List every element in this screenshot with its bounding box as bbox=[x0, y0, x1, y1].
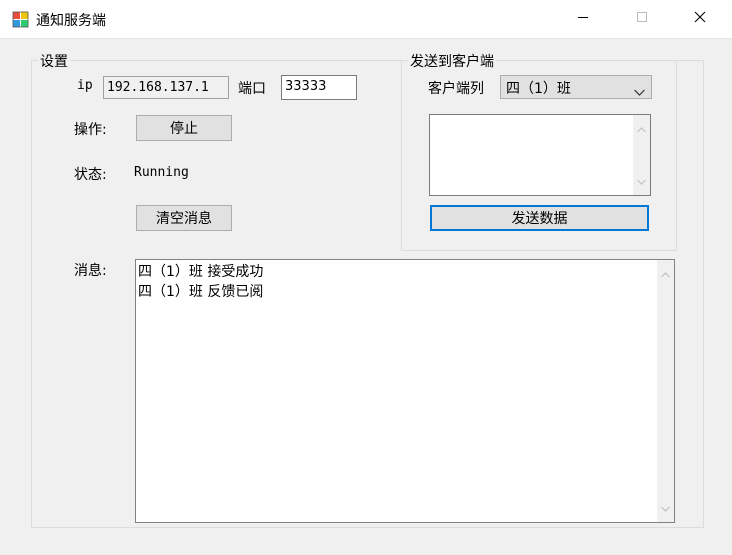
client-list-label: 客户端列 bbox=[428, 81, 484, 97]
scroll-down-icon[interactable] bbox=[637, 173, 646, 189]
port-field[interactable]: 33333 bbox=[281, 75, 357, 100]
status-value: Running bbox=[134, 165, 189, 180]
send-message-scrollbar[interactable] bbox=[633, 115, 650, 195]
title-bar: 通知服务端 bbox=[0, 0, 732, 39]
clear-messages-button[interactable]: 清空消息 bbox=[136, 205, 232, 231]
messages-label: 消息: bbox=[74, 263, 107, 279]
close-icon bbox=[694, 11, 706, 27]
list-item: 四（1）班 反馈已阅 bbox=[138, 284, 264, 300]
scroll-down-icon[interactable] bbox=[661, 500, 670, 516]
messages-list: 四（1）班 接受成功 四（1）班 反馈已阅 bbox=[138, 262, 263, 302]
chevron-down-icon bbox=[634, 84, 645, 100]
send-data-button[interactable]: 发送数据 bbox=[430, 205, 649, 231]
minimize-button[interactable] bbox=[560, 0, 606, 38]
settings-group-label: 设置 bbox=[38, 51, 70, 71]
minimize-icon bbox=[577, 11, 589, 27]
port-label: 端口 bbox=[238, 81, 266, 97]
messages-textarea[interactable]: 四（1）班 接受成功 四（1）班 反馈已阅 bbox=[135, 259, 675, 523]
client-select-value: 四（1）班 bbox=[506, 81, 571, 97]
operation-label: 操作: bbox=[74, 122, 107, 138]
app-icon bbox=[12, 11, 29, 28]
maximize-button[interactable] bbox=[619, 0, 665, 38]
scroll-up-icon[interactable] bbox=[661, 266, 670, 282]
window-title: 通知服务端 bbox=[36, 13, 106, 29]
client-select[interactable]: 四（1）班 bbox=[500, 75, 652, 99]
status-label: 状态: bbox=[74, 167, 107, 183]
ip-field[interactable]: 192.168.137.1 bbox=[103, 76, 229, 99]
ip-label: ip bbox=[77, 78, 93, 93]
send-group-label: 发送到客户端 bbox=[408, 51, 496, 71]
messages-scrollbar[interactable] bbox=[657, 260, 674, 522]
send-message-textarea[interactable] bbox=[429, 114, 651, 196]
list-item: 四（1）班 接受成功 bbox=[138, 264, 264, 280]
scroll-up-icon[interactable] bbox=[637, 121, 646, 137]
stop-button[interactable]: 停止 bbox=[136, 115, 232, 141]
close-button[interactable] bbox=[677, 0, 723, 38]
maximize-icon bbox=[636, 11, 648, 27]
